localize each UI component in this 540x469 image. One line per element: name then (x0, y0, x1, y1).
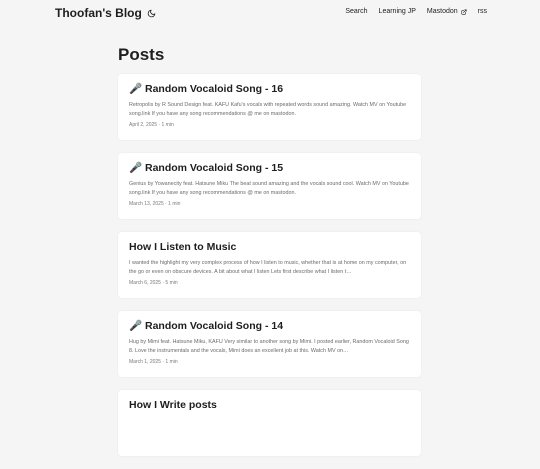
nav-learning-jp-link[interactable]: Learning JP (379, 8, 416, 15)
nav-search-label[interactable]: Search (345, 8, 367, 15)
post-excerpt: I wanted the highlight my very complex p… (129, 260, 407, 275)
site-title[interactable]: Thoofan's Blog (55, 6, 142, 20)
post-meta: March 1, 2025 · 1 min (129, 359, 178, 365)
nav-rss-label[interactable]: rss (478, 8, 487, 15)
moon-icon[interactable] (147, 9, 156, 18)
post-card[interactable]: 🎤 Random Vocaloid Song - 16 Retropolis b… (118, 74, 421, 140)
post-excerpt: Genius by Yowanecity feat. Hatsune Miku … (129, 181, 409, 196)
post-meta: April 2, 2025 · 1 min (129, 122, 174, 128)
nav-mastodon-link[interactable]: Mastodon (427, 8, 467, 15)
post-list: 🎤 Random Vocaloid Song - 16 Retropolis b… (118, 74, 421, 469)
site-logo-link[interactable]: Thoofan's Blog (55, 6, 156, 20)
post-title[interactable]: 🎤 Random Vocaloid Song - 15 (129, 162, 410, 175)
post-title[interactable]: 🎤 Random Vocaloid Song - 16 (129, 83, 410, 96)
site-header: Thoofan's Blog Search Learning JP Mastod… (0, 0, 540, 26)
post-meta: March 13, 2025 · 1 min (129, 201, 181, 207)
nav-mastodon-label[interactable]: Mastodon (427, 8, 458, 15)
post-card[interactable]: How I Listen to Music I wanted the highl… (118, 232, 421, 298)
post-card[interactable]: How I Write posts (118, 390, 421, 456)
nav-learning-jp-label[interactable]: Learning JP (379, 8, 416, 15)
page-title: Posts (118, 45, 165, 64)
post-card[interactable]: 🎤 Random Vocaloid Song - 14 Hug by Mimi … (118, 311, 421, 377)
nav-search-link[interactable]: Search (345, 8, 367, 15)
post-title[interactable]: 🎤 Random Vocaloid Song - 14 (129, 320, 410, 333)
post-excerpt: Retropolis by R Sound Design feat. KAFU … (129, 102, 407, 117)
post-card[interactable]: 🎤 Random Vocaloid Song - 15 Genius by Yo… (118, 153, 421, 219)
post-title[interactable]: How I Listen to Music (129, 241, 410, 254)
external-link-icon (461, 8, 467, 15)
post-title[interactable]: How I Write posts (129, 399, 410, 412)
nav-rss-link[interactable]: rss (478, 8, 487, 15)
post-meta: March 6, 2025 · 5 min (129, 280, 178, 286)
post-excerpt (129, 417, 410, 434)
main-nav: Search Learning JP Mastodon rss (345, 8, 487, 15)
post-excerpt: Hug by Mimi feat. Hatsune Miku, KAFU Ver… (129, 339, 409, 354)
